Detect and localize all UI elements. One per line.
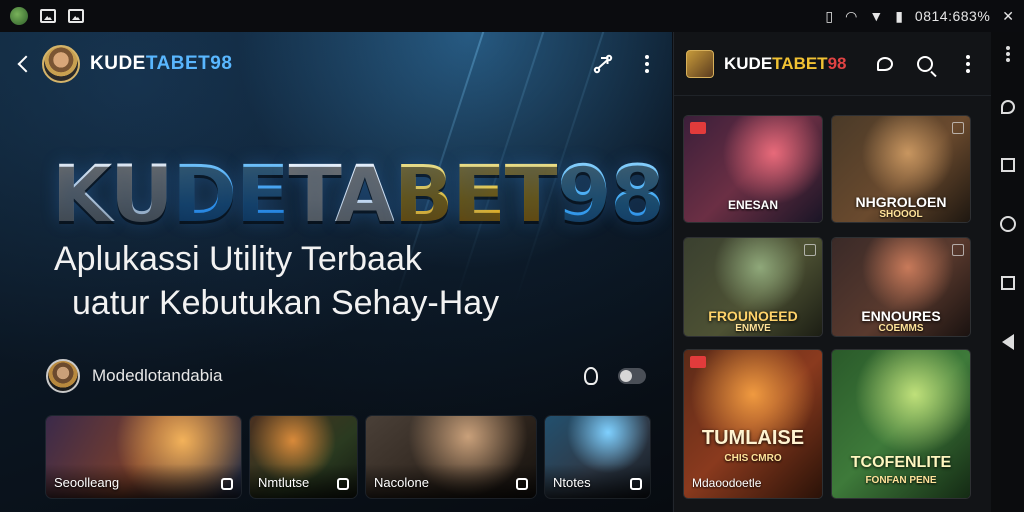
tile-sublabel: COEMMS [878, 323, 924, 334]
live-badge [690, 122, 706, 134]
tile-sublabel: SHOOOL [879, 209, 923, 220]
vibrate-icon: ▯ [825, 8, 834, 24]
recent-apps-icon[interactable] [1000, 158, 1015, 172]
bookmark-icon[interactable] [804, 244, 816, 256]
close-icon[interactable]: ✕ [1002, 9, 1014, 23]
image-icon [40, 9, 56, 23]
bookmark-icon[interactable] [952, 244, 964, 256]
main-pane: KUDETABET98 KUDETABET98 Aplukassi Utilit… [0, 32, 672, 512]
game-card[interactable]: Ntotes [545, 416, 650, 498]
chat-icon[interactable] [877, 56, 893, 71]
game-tile[interactable]: ENESAN [684, 116, 822, 222]
game-tile[interactable]: TCOFENLITE FONFAN PENE [832, 350, 970, 498]
card-label: Nacolone [374, 475, 429, 490]
app-title-prefix: KUDE [90, 53, 146, 74]
game-card[interactable]: Nmtlutse [250, 416, 357, 498]
side-title: KUDETABET98 [724, 54, 847, 74]
game-tile[interactable]: FROUNOEED ENMVE [684, 238, 822, 336]
game-card[interactable]: Seoolleang [46, 416, 241, 498]
card-action-icon[interactable] [630, 478, 642, 490]
tile-label: NHGROLOEN [855, 194, 947, 210]
logo-part: KU [52, 150, 173, 240]
wifi-icon: ◠ [845, 8, 858, 24]
hero-logo: KUDETABET98 [52, 150, 665, 240]
signal-icon: ▼ [869, 8, 884, 24]
image-icon [68, 9, 84, 23]
share-icon[interactable] [592, 53, 614, 75]
back-icon[interactable] [14, 54, 34, 74]
lightbulb-icon[interactable] [584, 367, 598, 385]
nav-rail [991, 32, 1024, 512]
game-tile[interactable]: NHGROLOEN SHOOOL [832, 116, 970, 222]
logo-part: BET [393, 150, 558, 240]
more-options-icon[interactable] [957, 53, 979, 75]
app-title-suffix: TABET98 [145, 53, 233, 74]
status-bar: ▯ ◠ ▼ ▮ 0814:683% ✕ [0, 0, 1024, 32]
overview-icon[interactable] [1000, 276, 1015, 290]
side-header: KUDETABET98 [674, 32, 991, 96]
card-action-icon[interactable] [516, 478, 528, 490]
logo-part: TA [288, 150, 395, 240]
tile-label: TCOFENLITE [850, 454, 952, 471]
tile-label: ENESAN [727, 198, 778, 212]
logo-part: 98 [556, 150, 665, 240]
card-label: Seoolleang [54, 475, 120, 490]
hero-tagline-line1: Aplukassi Utility Terbaak [54, 240, 422, 278]
game-tile[interactable]: ENNOURES COEMMS [832, 238, 970, 336]
developer-avatar[interactable] [46, 359, 80, 393]
card-action-icon[interactable] [221, 478, 233, 490]
avatar[interactable] [42, 45, 80, 83]
hero-tagline-line2: uatur Kebutukan Sehay-Hay [72, 284, 500, 322]
tile-label: TUMLAISE [701, 427, 805, 449]
assistant-icon[interactable] [1000, 100, 1015, 114]
side-pane: KUDETABET98 ENESAN NHGROLOEN SHOOOL FROU… [673, 32, 991, 512]
back-nav-icon[interactable] [1001, 334, 1014, 350]
search-icon[interactable] [917, 55, 933, 72]
tile-footer-label: Mdaoodoetle [692, 476, 762, 490]
card-label: Ntotes [553, 475, 591, 490]
app-logo [686, 49, 714, 78]
battery-icon: ▮ [895, 8, 903, 24]
side-title-prefix: KUDE [724, 53, 773, 73]
app-title: KUDETABET98 [90, 53, 232, 75]
live-badge [690, 356, 706, 368]
card-label: Nmtlutse [258, 475, 310, 490]
home-icon[interactable] [999, 216, 1016, 232]
top-app-bar: KUDETABET98 [0, 32, 672, 96]
status-time: 0814:683% [914, 8, 991, 24]
game-card[interactable]: Nacolone [366, 416, 536, 498]
game-tile[interactable]: TUMLAISE CHIS CMRO Mdaoodoetle [684, 350, 822, 498]
logo-part: DE [172, 150, 289, 240]
tile-sublabel: CHIS CMRO [724, 453, 782, 464]
more-options-icon[interactable] [636, 53, 658, 75]
app-icon[interactable] [10, 7, 28, 25]
toggle-switch[interactable] [618, 368, 646, 384]
card-action-icon[interactable] [337, 478, 349, 490]
tile-label: FROUNOEED [708, 308, 798, 324]
tile-sublabel: ENMVE [735, 323, 771, 334]
tile-sublabel: FONFAN PENE [865, 475, 937, 486]
side-title-mid: TABET [772, 53, 828, 73]
side-title-suffix: 98 [827, 53, 847, 73]
more-options-icon[interactable] [1005, 52, 1010, 56]
tile-label: ENNOURES [861, 308, 941, 324]
bookmark-icon[interactable] [952, 122, 964, 134]
developer-name[interactable]: Modedlotandabia [92, 366, 222, 386]
developer-row[interactable]: Modedlotandabia [46, 358, 646, 394]
